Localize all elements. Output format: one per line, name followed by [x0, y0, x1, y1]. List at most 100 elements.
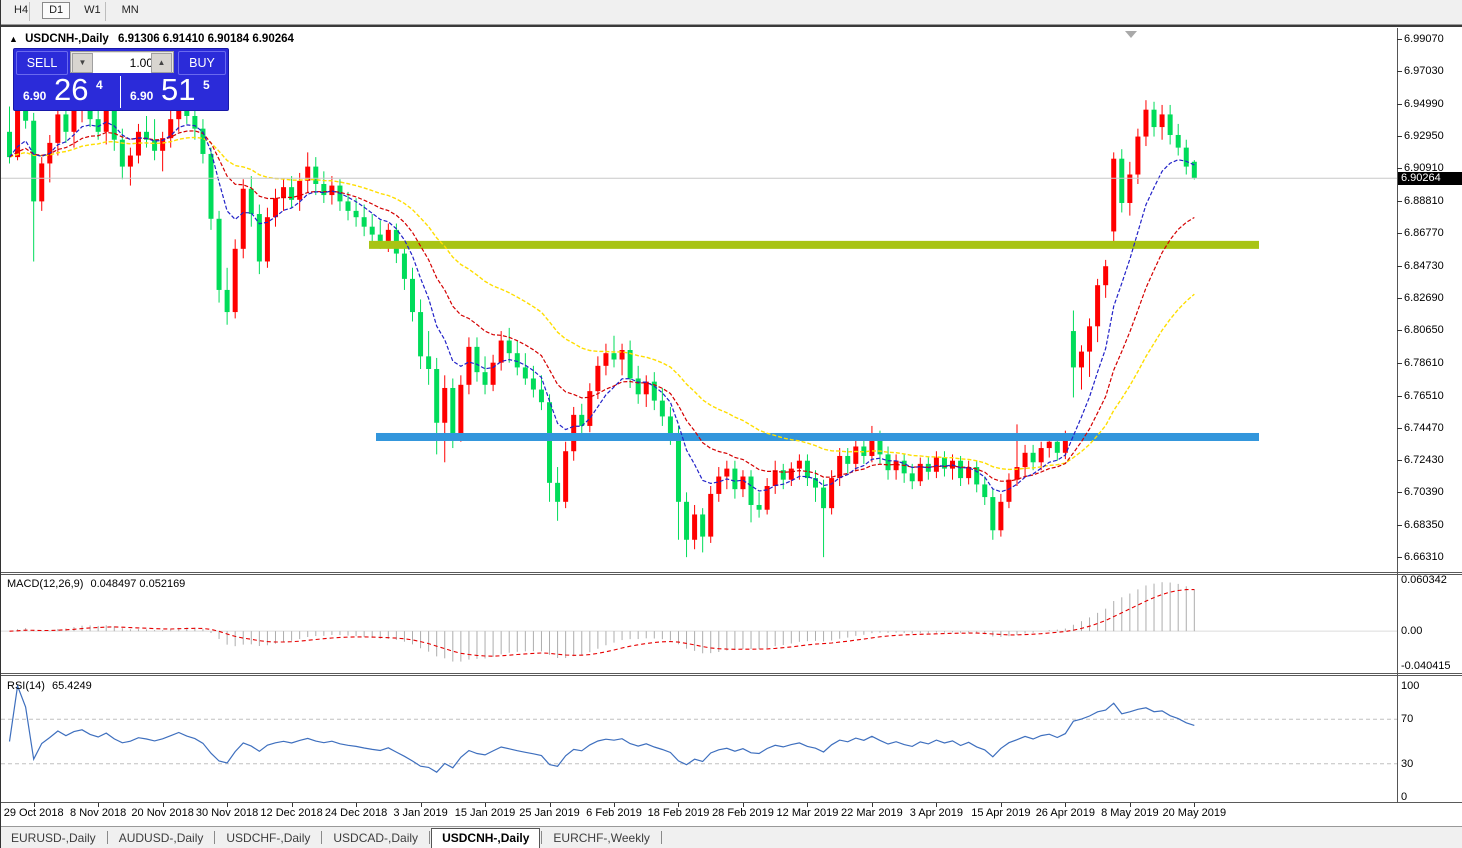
candle	[498, 340, 504, 363]
sell-price-panel[interactable]: 6.90 26 4	[14, 72, 121, 108]
candle	[804, 460, 810, 479]
candle	[1054, 441, 1060, 453]
date-axis[interactable]: 29 Oct 2018 8 Nov 2018 20 Nov 2018 30 Nov 2…	[1, 803, 1397, 827]
candle	[369, 226, 375, 235]
price-axis-tick	[1397, 492, 1402, 494]
timeframe-button-w1[interactable]: W1	[77, 2, 108, 19]
candle	[821, 487, 827, 509]
volume-decrease-button[interactable]: ▼	[72, 53, 93, 73]
candle	[595, 365, 601, 392]
candle	[23, 109, 29, 121]
chart-tab-usdcaddaily[interactable]: USDCAD-,Daily	[323, 828, 428, 847]
date-axis-label: 28 Feb 2019	[712, 807, 774, 819]
rsi-name: RSI(14)	[7, 680, 45, 692]
chart-tab-eurusddaily[interactable]: EURUSD-,Daily	[1, 828, 106, 847]
candle	[909, 473, 915, 482]
candle	[990, 497, 996, 531]
tab-separator	[321, 831, 323, 845]
timeframe-button-mn[interactable]: MN	[115, 2, 146, 19]
candle	[216, 218, 222, 290]
chart-ohlc-values: 6.91306 6.91410 6.90184 6.90264	[118, 33, 294, 45]
rsi-panel-canvas[interactable]	[1, 676, 1397, 803]
candle	[1159, 114, 1165, 128]
sell-price-pips: 26	[54, 72, 89, 107]
panel-separator[interactable]	[1, 572, 1462, 573]
candle	[1038, 448, 1044, 463]
date-axis-label: 20 Nov 2018	[131, 807, 194, 819]
price-axis-tick	[1397, 298, 1402, 299]
date-axis-label: 30 Nov 2018	[195, 807, 259, 819]
candle	[377, 234, 383, 241]
price-axis-tick	[1397, 557, 1402, 558]
candle	[933, 457, 939, 472]
price-axis-tick	[1397, 39, 1402, 40]
price-axis-border	[1397, 28, 1398, 803]
candle	[603, 353, 609, 366]
macd-indicator-label: MACD(12,26,9) 0.048497 0.052169	[7, 578, 185, 590]
candle	[256, 214, 262, 262]
chart-tab-eurchfweekly[interactable]: EURCHF-,Weekly	[543, 828, 659, 847]
candle	[563, 451, 569, 502]
buy-price-pips: 51	[161, 72, 196, 107]
candle	[1167, 114, 1173, 135]
timeframe-button-h4[interactable]: H4	[7, 2, 35, 19]
support-line[interactable]	[376, 432, 1259, 441]
candle	[522, 367, 528, 379]
date-axis-label: 3 Jan 2019	[393, 807, 448, 819]
price-axis-label: 6.84730	[1404, 259, 1444, 272]
price-axis-label: 6.94990	[1404, 97, 1444, 110]
one-click-panel-toggle-icon[interactable]: ▲	[9, 34, 18, 44]
candle	[39, 163, 45, 202]
chart-tab-usdchfdaily[interactable]: USDCHF-,Daily	[216, 828, 320, 847]
price-axis-tick	[1397, 233, 1402, 235]
date-axis-label: 3 Apr 2019	[909, 807, 963, 819]
tab-separator	[106, 831, 108, 845]
chart-symbol-label: USDCNH-,Daily	[25, 33, 109, 45]
rsi-axis-label: 0	[1401, 791, 1408, 803]
chart-window[interactable]: ▲ USDCNH-,Daily 6.91306 6.91410 6.90184 …	[1, 25, 1462, 828]
price-axis-label: 6.66310	[1404, 551, 1444, 563]
current-price-tag: 6.90264	[1398, 171, 1462, 185]
candle	[1095, 285, 1101, 327]
candle	[772, 470, 778, 487]
date-axis-label: 20 May 2019	[1162, 807, 1227, 819]
candle	[248, 188, 254, 215]
candle	[450, 387, 456, 436]
candle	[514, 353, 520, 368]
price-axis-label: 6.99070	[1404, 33, 1444, 45]
candle	[829, 478, 835, 509]
volume-increase-button[interactable]: ▲	[151, 53, 172, 73]
date-axis-label: 12 Dec 2018	[260, 807, 323, 819]
candle	[796, 460, 802, 469]
price-axis-label: 6.88810	[1404, 195, 1444, 208]
date-axis-label: 24 Dec 2018	[324, 807, 388, 819]
chart-tab-usdcnhdaily[interactable]: USDCNH-,Daily	[431, 828, 541, 848]
candle	[708, 493, 714, 537]
candle	[1143, 109, 1149, 137]
macd-axis-label: -0.040415	[1401, 659, 1451, 672]
chart-tab-audusddaily[interactable]: AUDUSD-,Daily	[109, 828, 214, 847]
candle	[385, 229, 391, 241]
price-axis-label: 6.68350	[1404, 518, 1444, 531]
candle	[127, 155, 133, 167]
ma-slow-line	[9, 136, 1195, 471]
panel-separator[interactable]	[1, 574, 1462, 575]
price-axis-tick	[1397, 103, 1402, 105]
candle	[1111, 158, 1117, 232]
chart-tab-bar: EURUSD-,Daily AUDUSD-,Daily USDCHF-,Daily U…	[1, 826, 1462, 848]
resistance-line[interactable]	[369, 240, 1259, 249]
candle	[55, 114, 61, 143]
buy-price-panel[interactable]: 6.90 51 5	[121, 72, 227, 108]
panel-separator[interactable]	[1, 673, 1462, 674]
price-axis-tick	[1397, 330, 1402, 332]
candle	[853, 446, 859, 464]
macd-panel-canvas[interactable]	[1, 575, 1397, 673]
candle	[192, 116, 198, 129]
timeframe-button-d1[interactable]: D1	[42, 2, 71, 19]
volume-input[interactable]	[93, 53, 156, 73]
candle	[224, 289, 230, 313]
price-axis-tick	[1397, 168, 1402, 170]
candle	[530, 378, 536, 390]
panel-separator[interactable]	[1, 675, 1462, 676]
price-axis-tick	[1397, 524, 1402, 526]
